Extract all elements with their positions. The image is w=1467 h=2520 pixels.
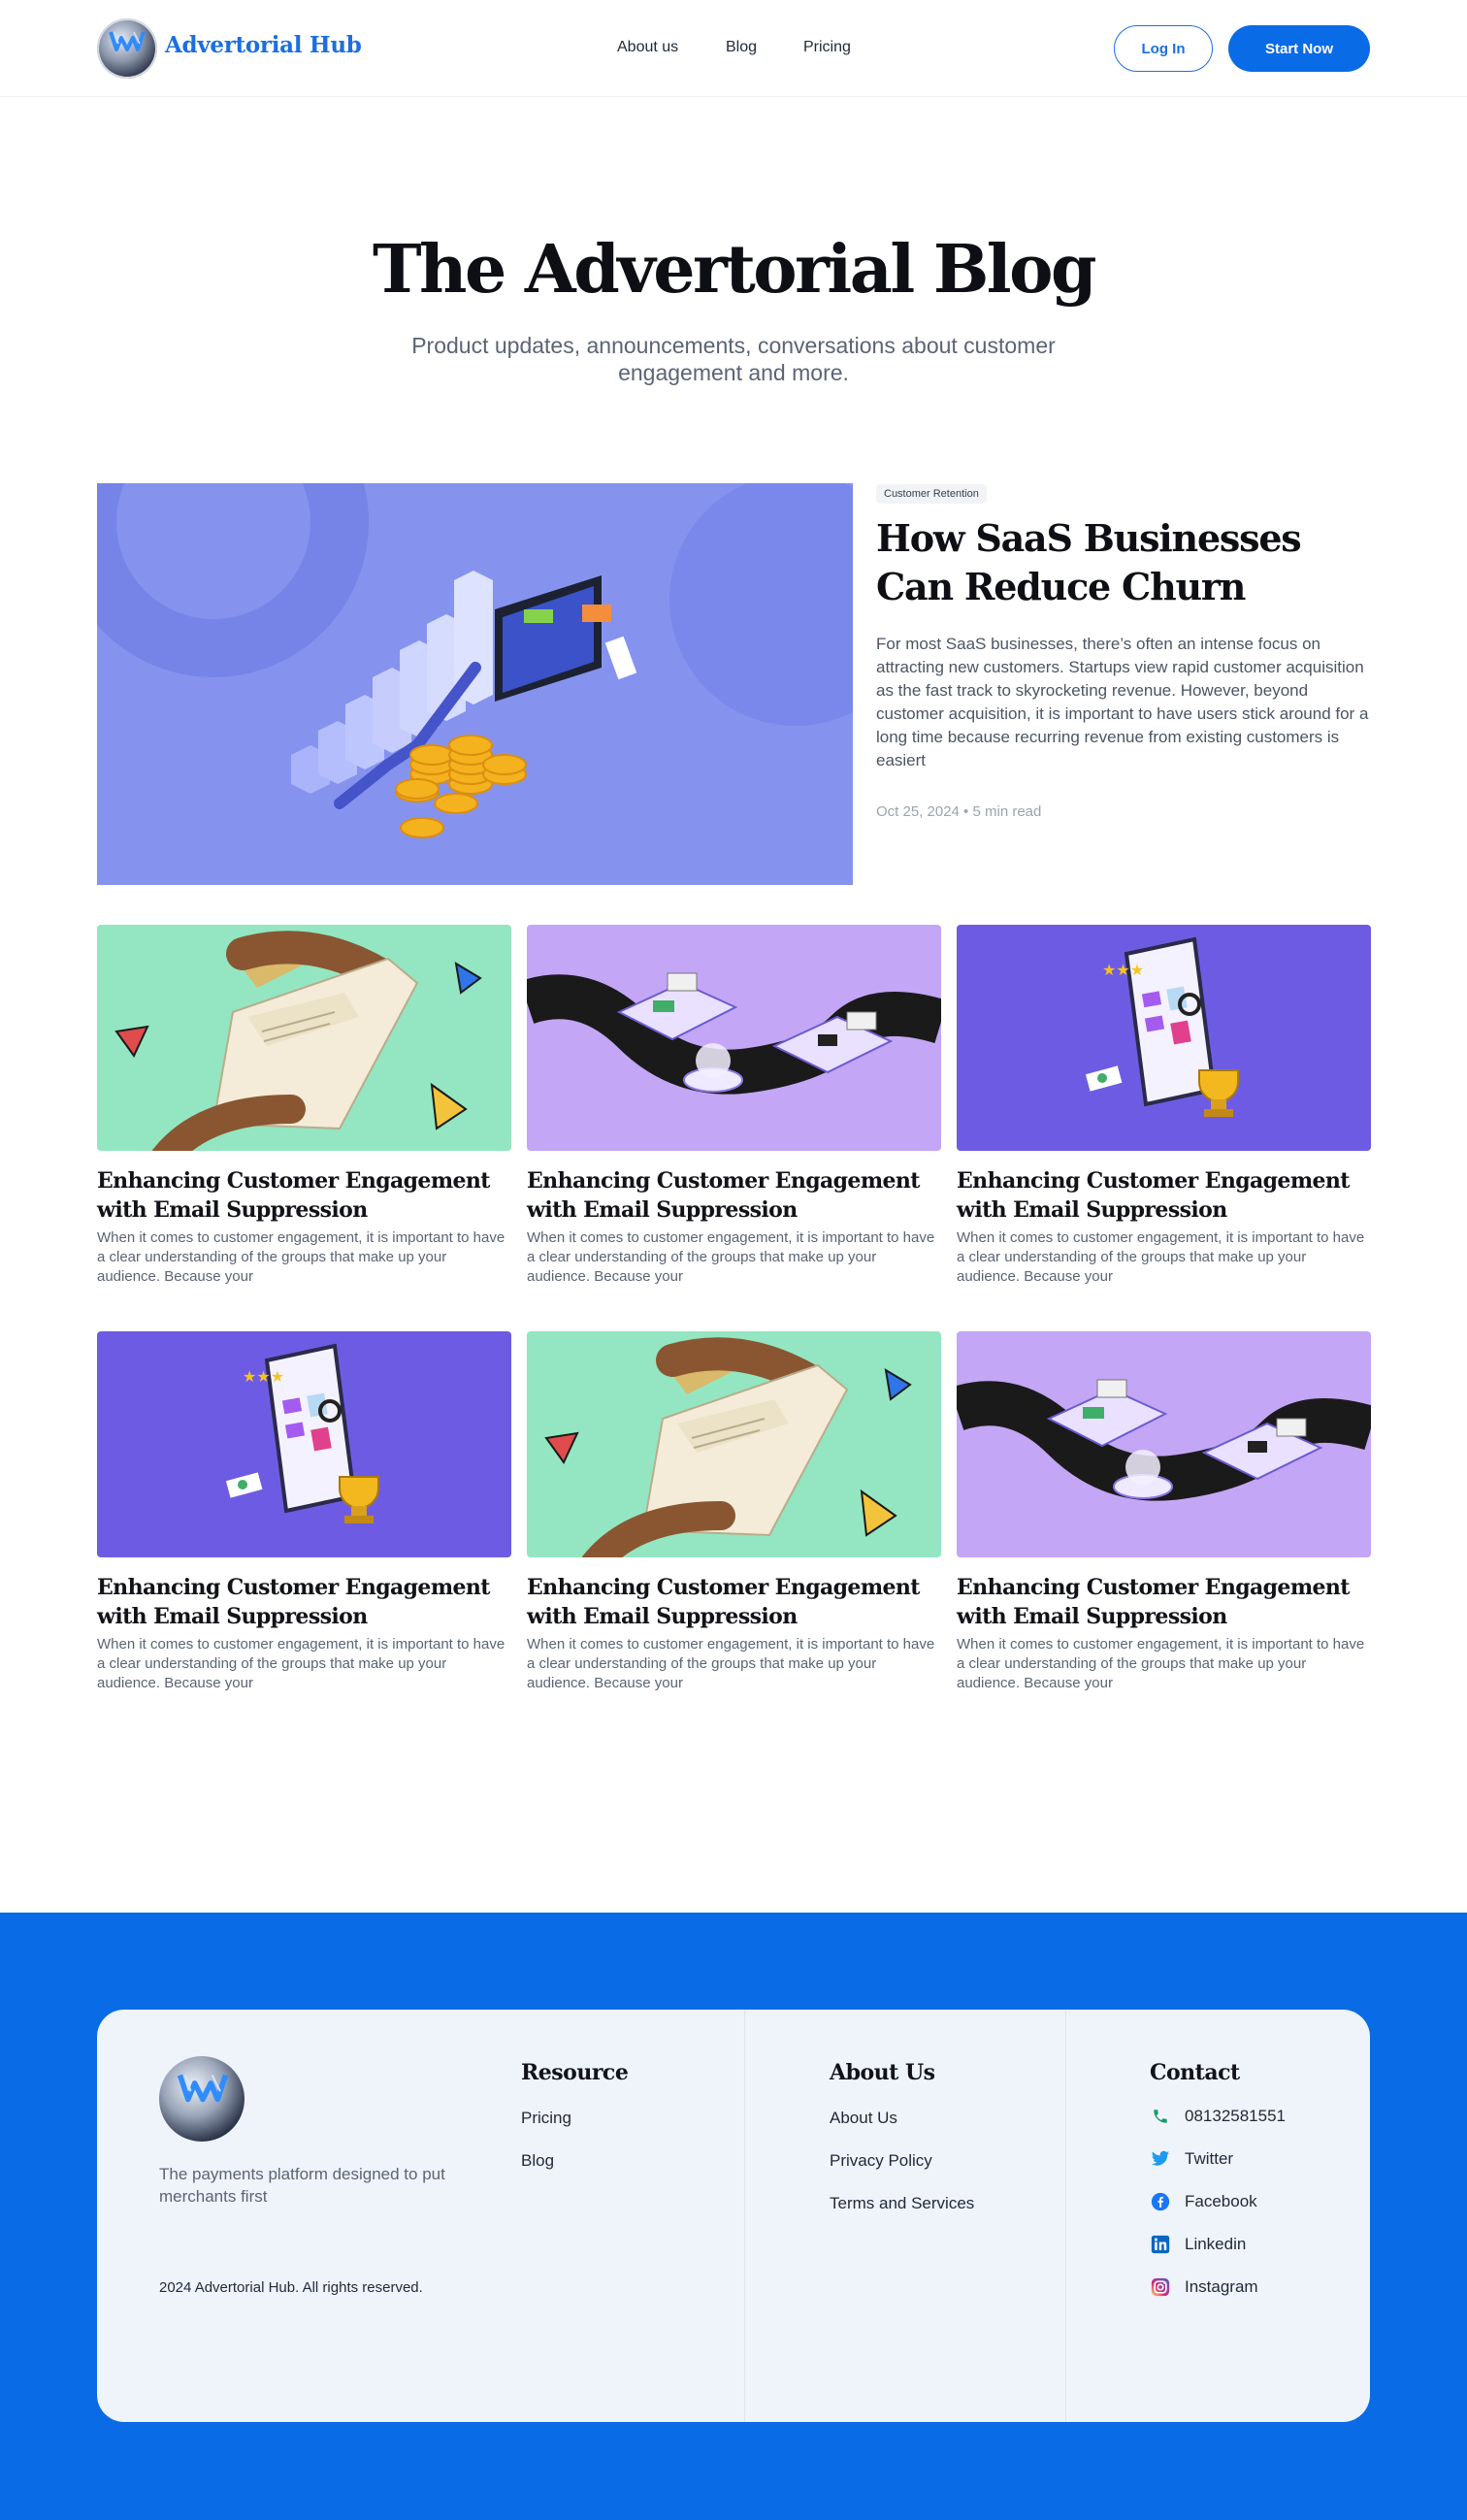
contact-instagram-label: Instagram: [1185, 2277, 1258, 2296]
post-image[interactable]: [957, 1331, 1371, 1557]
post-title[interactable]: Enhancing Customer Engagement with Email…: [957, 1166, 1371, 1225]
contact-linkedin[interactable]: Linkedin: [1150, 2234, 1246, 2255]
post-image[interactable]: [527, 925, 941, 1151]
server-path-illustration: [957, 1331, 1371, 1557]
footer-link-terms[interactable]: Terms and Services: [830, 2194, 974, 2213]
contact-phone[interactable]: 08132581551: [1150, 2106, 1286, 2127]
contact-facebook[interactable]: Facebook: [1150, 2191, 1257, 2212]
footer-link-pricing[interactable]: Pricing: [521, 2109, 571, 2128]
brand-name[interactable]: Advertorial Hub: [165, 32, 362, 58]
page-subtitle: Product updates, announcements, conversa…: [411, 333, 1056, 385]
contact-twitter[interactable]: Twitter: [1150, 2148, 1233, 2170]
contact-linkedin-label: Linkedin: [1185, 2235, 1247, 2253]
post-image[interactable]: [97, 925, 511, 1151]
post-excerpt: When it comes to customer engagement, it…: [527, 1229, 935, 1285]
contract-illustration: [97, 925, 511, 1151]
phone-icon: [1150, 2106, 1171, 2127]
growth-chart-illustration: [97, 483, 853, 838]
post-title[interactable]: Enhancing Customer Engagement with Email…: [957, 1573, 1371, 1631]
post-excerpt: When it comes to customer engagement, it…: [97, 1229, 505, 1285]
twitter-icon: [1150, 2148, 1171, 2170]
resource-heading: Resource: [521, 2060, 629, 2085]
phone-trophy-illustration: ★★★: [957, 925, 1371, 1151]
site-header: Advertorial Hub About us Blog Pricing Lo…: [0, 0, 1467, 97]
copyright: 2024 Advertorial Hub. All rights reserve…: [159, 2279, 423, 2296]
featured-post-meta: Oct 25, 2024 • 5 min read: [876, 803, 1042, 820]
footer-panel: The payments platform designed to put me…: [97, 2010, 1370, 2422]
page-title: The Advertorial Blog: [372, 231, 1097, 309]
post-excerpt: When it comes to customer engagement, it…: [957, 1636, 1365, 1691]
start-now-button[interactable]: Start Now: [1228, 25, 1370, 72]
svg-text:★★★: ★★★: [243, 1367, 284, 1386]
contact-phone-label: 08132581551: [1185, 2107, 1287, 2125]
contract-illustration: [527, 1331, 941, 1557]
footer-logo[interactable]: [159, 2056, 244, 2142]
post-image[interactable]: ★★★: [957, 925, 1371, 1151]
post-excerpt: When it comes to customer engagement, it…: [97, 1636, 505, 1691]
nav-about-us[interactable]: About us: [617, 39, 678, 56]
contact-facebook-label: Facebook: [1185, 2192, 1257, 2210]
server-path-illustration: [527, 925, 941, 1151]
footer-tagline: The payments platform designed to put me…: [159, 2165, 445, 2206]
post-card[interactable]: Enhancing Customer Engagement with Email…: [527, 1331, 941, 1693]
featured-post-title[interactable]: How SaaS Businesses Can Reduce Churn: [876, 514, 1381, 611]
post-excerpt: When it comes to customer engagement, it…: [527, 1636, 935, 1691]
instagram-icon: [1150, 2276, 1171, 2298]
post-image[interactable]: ★★★: [97, 1331, 511, 1557]
featured-post-excerpt: For most SaaS businesses, there’s often …: [876, 635, 1369, 769]
featured-post-image[interactable]: [97, 483, 853, 885]
facebook-icon: [1150, 2191, 1171, 2212]
about-heading: About Us: [830, 2060, 935, 2085]
contact-twitter-label: Twitter: [1185, 2149, 1234, 2168]
footer-divider: [1065, 2010, 1066, 2422]
contact-instagram[interactable]: Instagram: [1150, 2276, 1258, 2298]
site-footer: The payments platform designed to put me…: [0, 1913, 1467, 2520]
nav-pricing[interactable]: Pricing: [803, 39, 851, 56]
footer-link-blog[interactable]: Blog: [521, 2151, 554, 2171]
footer-link-about-us[interactable]: About Us: [830, 2109, 897, 2128]
linkedin-icon: [1150, 2234, 1171, 2255]
logo-mark-icon: [109, 31, 146, 51]
post-card[interactable]: Enhancing Customer Engagement with Email…: [527, 925, 941, 1287]
post-title[interactable]: Enhancing Customer Engagement with Email…: [97, 1166, 511, 1225]
post-image[interactable]: [527, 1331, 941, 1557]
category-tag[interactable]: Customer Retention: [876, 484, 987, 504]
post-card[interactable]: ★★★ Enhancing Customer Engagement with E…: [957, 925, 1371, 1287]
post-title[interactable]: Enhancing Customer Engagement with Email…: [97, 1573, 511, 1631]
footer-link-privacy-policy[interactable]: Privacy Policy: [830, 2151, 932, 2171]
login-button[interactable]: Log In: [1114, 25, 1213, 72]
post-excerpt: When it comes to customer engagement, it…: [957, 1229, 1365, 1285]
brand-logo[interactable]: [97, 18, 157, 79]
post-card[interactable]: ★★★ Enhancing Customer Engagement with E…: [97, 1331, 511, 1693]
svg-text:★★★: ★★★: [1102, 961, 1144, 979]
post-title[interactable]: Enhancing Customer Engagement with Email…: [527, 1573, 941, 1631]
post-card[interactable]: Enhancing Customer Engagement with Email…: [97, 925, 511, 1287]
post-title[interactable]: Enhancing Customer Engagement with Email…: [527, 1166, 941, 1225]
logo-mark-icon: [177, 2074, 229, 2103]
post-card[interactable]: Enhancing Customer Engagement with Email…: [957, 1331, 1371, 1693]
phone-trophy-illustration: ★★★: [97, 1331, 511, 1557]
footer-divider: [744, 2010, 745, 2422]
contact-heading: Contact: [1150, 2060, 1240, 2085]
nav-blog[interactable]: Blog: [726, 39, 757, 56]
